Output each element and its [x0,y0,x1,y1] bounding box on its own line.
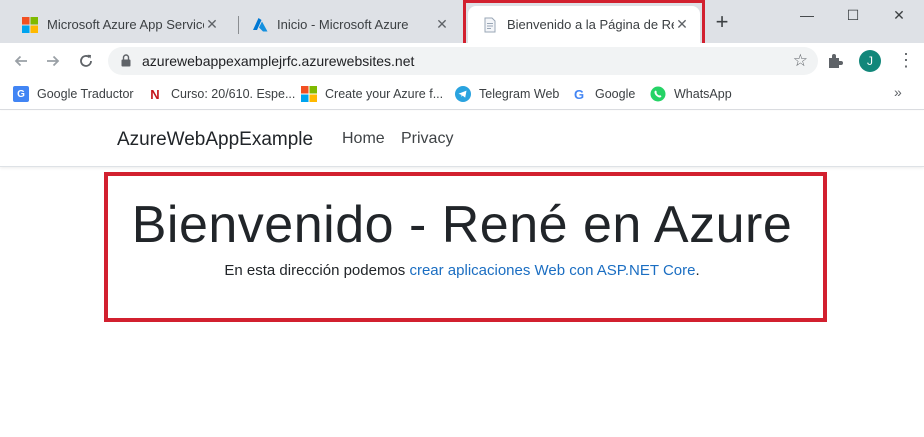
bookmark-label: Curso: 20/610. Espe... [171,87,296,101]
close-window-button[interactable]: ✕ [876,4,922,26]
url-text[interactable]: azurewebappexamplejrfc.azurewebsites.net [142,53,414,69]
bookmark-create-azure[interactable]: Create your Azure f... [301,84,443,104]
arrow-left-icon [14,55,27,67]
page-icon [484,17,496,32]
tab-title: Inicio - Microsoft Azure [277,17,409,32]
maximize-button[interactable]: ☐ [830,4,876,26]
google-translate-icon: G [13,86,29,102]
close-tab-icon[interactable]: ✕ [434,16,450,33]
forward-button[interactable] [41,49,65,73]
bookmark-label: Google [595,87,636,101]
azure-icon [253,17,268,31]
bookmark-label: Google Traductor [37,87,134,101]
hero-text: En esta dirección podemos crear aplicaci… [0,262,924,279]
hero-text-suffix: . [695,262,700,279]
back-button[interactable] [9,49,33,73]
minimize-button[interactable]: — [784,4,830,26]
hero-text-prefix: En esta dirección podemos [224,262,410,279]
site-brand-link[interactable]: AzureWebAppExample [117,129,313,151]
close-tab-icon[interactable]: ✕ [674,16,690,33]
bookmarks-bar: G Google Traductor N Curso: 20/610. Espe… [0,78,924,110]
lock-icon [121,54,131,67]
bookmarks-overflow-icon[interactable]: » [894,84,902,100]
tab-title: Bienvenido a la Página de René [507,17,674,32]
nav-home-link[interactable]: Home [342,130,385,148]
bookmark-label: Telegram Web [479,87,560,101]
bookmark-google-traductor[interactable]: G Google Traductor [13,84,134,104]
close-tab-icon[interactable]: ✕ [204,16,220,33]
aspnet-core-link[interactable]: crear aplicaciones Web con ASP.NET Core [409,262,695,279]
reload-icon [80,54,92,67]
tab-azure-app-service[interactable]: Microsoft Azure App Service - W ✕ [8,6,230,43]
address-bar[interactable]: azurewebappexamplejrfc.azurewebsites.net… [108,47,818,75]
tab-inicio-azure[interactable]: Inicio - Microsoft Azure ✕ [238,6,460,43]
extensions-icon[interactable] [826,52,844,70]
hero-title: Bienvenido - René en Azure [131,196,793,254]
bookmark-whatsapp[interactable]: WhatsApp [650,84,732,104]
tab-title: Microsoft Azure App Service - W [47,17,204,32]
profile-avatar[interactable]: J [859,50,881,72]
browser-menu-icon[interactable]: ⋮ [897,49,915,71]
telegram-icon [455,86,471,102]
bookmark-google[interactable]: G Google [571,84,635,104]
bookmark-label: WhatsApp [674,87,732,101]
bookmark-star-icon[interactable]: ☆ [793,51,808,71]
arrow-right-icon [47,55,60,67]
bookmark-label: Create your Azure f... [325,87,444,101]
bookmark-telegram[interactable]: Telegram Web [455,84,559,104]
bookmark-curso[interactable]: N Curso: 20/610. Espe... [147,84,295,104]
new-tab-button[interactable]: + [711,11,733,34]
whatsapp-icon [650,86,666,102]
tab-strip: Microsoft Azure App Service - W ✕ Inicio… [0,0,924,47]
microsoft-icon [301,86,317,102]
reload-button[interactable] [74,49,98,73]
nav-privacy-link[interactable]: Privacy [401,130,453,148]
tab-bienvenido[interactable]: Bienvenido a la Página de René ✕ [468,6,700,43]
netflix-icon: N [150,86,160,102]
site-navbar: AzureWebAppExample Home Privacy [0,111,924,167]
microsoft-icon [22,16,38,33]
browser-toolbar: azurewebappexamplejrfc.azurewebsites.net… [0,43,924,78]
google-icon: G [573,86,585,102]
